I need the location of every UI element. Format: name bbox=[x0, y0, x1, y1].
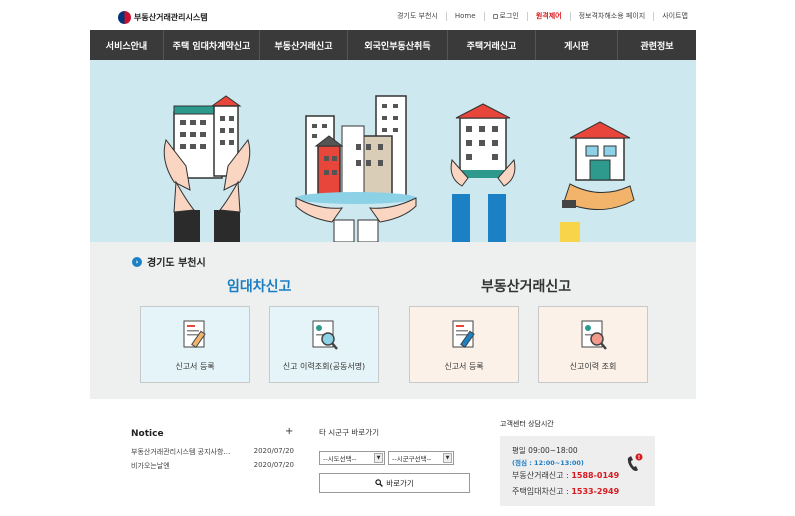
notice-item-title: 비가오는날엔 bbox=[131, 462, 170, 470]
sigungu-select[interactable]: --시군구선택-- ▼ bbox=[388, 451, 454, 465]
nav-real-estate-report[interactable]: 부동산거래신고 bbox=[260, 30, 348, 60]
document-search-icon bbox=[581, 320, 607, 350]
accessibility-page-link[interactable]: 정보격차해소용 페이지 bbox=[569, 12, 654, 21]
logo-text: 부동산거래관리시스템 bbox=[134, 13, 208, 22]
nav-board[interactable]: 게시판 bbox=[536, 30, 618, 60]
real-estate-history-card[interactable]: 신고이력 조회 bbox=[538, 306, 648, 383]
real-estate-phone-label: 부동산거래신고 : bbox=[512, 471, 572, 480]
nav-related-info[interactable]: 관련정보 bbox=[618, 30, 696, 60]
top-bar: 부동산거래관리시스템 경기도 부천시 Home 로그인 원격제어 정보격차해소용… bbox=[90, 9, 696, 29]
document-pencil-icon bbox=[183, 320, 206, 348]
go-button[interactable]: 바로가기 bbox=[319, 473, 470, 493]
nav-foreign-acquisition[interactable]: 외국인부동산취득 bbox=[348, 30, 448, 60]
document-search-icon bbox=[312, 320, 338, 350]
lease-register-card[interactable]: 신고서 등록 bbox=[140, 306, 250, 383]
document-pencil-icon bbox=[452, 320, 475, 348]
nav-lease-report[interactable]: 주택 임대차계약신고 bbox=[164, 30, 260, 60]
chevron-down-icon: ▼ bbox=[443, 453, 452, 463]
report-section: › 경기도 부천시 임대차신고 부동산거래신고 신고서 등록 신고 이력조회(공… bbox=[90, 242, 696, 399]
lease-phone: 1533-2949 bbox=[571, 487, 620, 496]
sido-select[interactable]: --시도선택-- ▼ bbox=[319, 451, 385, 465]
support-lunch: (점심 : 12:00~13:00) bbox=[512, 459, 584, 467]
remote-control-link[interactable]: 원격제어 bbox=[526, 12, 570, 21]
notice-title: Notice bbox=[131, 429, 164, 439]
login-link[interactable]: 로그인 bbox=[483, 12, 527, 21]
login-label: 로그인 bbox=[499, 12, 519, 20]
sigungu-select-value: --시군구선택-- bbox=[392, 455, 432, 463]
notice-more-button[interactable]: + bbox=[285, 426, 293, 437]
real-estate-phone-line: 부동산거래신고 : 1588-0149 bbox=[512, 470, 619, 481]
support-box: 평일 09:00~18:00 (점심 : 12:00~13:00) 부동산거래신… bbox=[500, 436, 655, 506]
lock-icon bbox=[492, 13, 498, 19]
notice-item-date: 2020/07/20 bbox=[253, 461, 294, 469]
card-label: 신고서 등록 bbox=[175, 362, 215, 371]
phone-icon bbox=[627, 453, 643, 471]
lease-phone-line: 주택임대차신고 : 1533-2949 bbox=[512, 486, 619, 497]
sitemap-link[interactable]: 사이트맵 bbox=[653, 12, 696, 21]
nav-service-info[interactable]: 서비스안내 bbox=[90, 30, 164, 60]
hero-banner bbox=[90, 60, 696, 242]
lease-history-card[interactable]: 신고 이력조회(공동서명) bbox=[269, 306, 379, 383]
notice-item-date: 2020/07/20 bbox=[253, 447, 294, 455]
region-link[interactable]: 경기도 부천시 bbox=[389, 12, 446, 21]
hands-holding-buildings-illustration bbox=[163, 95, 635, 242]
region-heading: › 경기도 부천시 bbox=[132, 254, 206, 269]
real-estate-phone: 1588-0149 bbox=[571, 471, 620, 480]
government-emblem-icon bbox=[118, 11, 131, 24]
list-item[interactable]: 부동산거래관리시스템 공지사항… 2020/07/20 bbox=[131, 447, 294, 457]
card-label: 신고 이력조회(공동서명) bbox=[282, 362, 366, 371]
lease-report-title: 임대차신고 bbox=[227, 279, 292, 295]
sido-select-value: --시도선택-- bbox=[323, 455, 357, 463]
main-nav: 서비스안내 주택 임대차계약신고 부동산거래신고 외국인부동산취득 주택거래신고… bbox=[90, 30, 696, 60]
chevron-down-icon: ▼ bbox=[374, 453, 383, 463]
utility-links: 경기도 부천시 Home 로그인 원격제어 정보격차해소용 페이지 사이트맵 bbox=[389, 12, 696, 21]
search-icon bbox=[375, 479, 384, 487]
chevron-right-icon: › bbox=[132, 256, 142, 267]
support-hours: 평일 09:00~18:00 bbox=[512, 446, 578, 455]
region-name: 경기도 부천시 bbox=[147, 258, 206, 269]
card-label: 신고서 등록 bbox=[444, 362, 484, 371]
go-button-label: 바로가기 bbox=[386, 478, 414, 488]
home-link[interactable]: Home bbox=[445, 12, 484, 21]
lease-phone-label: 주택임대차신고 : bbox=[512, 487, 572, 496]
card-label: 신고이력 조회 bbox=[569, 362, 617, 371]
real-estate-report-title: 부동산거래신고 bbox=[481, 279, 572, 295]
real-estate-register-card[interactable]: 신고서 등록 bbox=[409, 306, 519, 383]
notice-item-title: 부동산거래관리시스템 공지사항… bbox=[131, 448, 231, 456]
quick-move-title: 타 시군구 바로가기 bbox=[319, 428, 379, 437]
support-title: 고객센터 상담시간 bbox=[500, 420, 554, 428]
site-logo[interactable]: 부동산거래관리시스템 bbox=[118, 11, 208, 24]
nav-housing-report[interactable]: 주택거래신고 bbox=[448, 30, 536, 60]
list-item[interactable]: 비가오는날엔 2020/07/20 bbox=[131, 461, 294, 471]
